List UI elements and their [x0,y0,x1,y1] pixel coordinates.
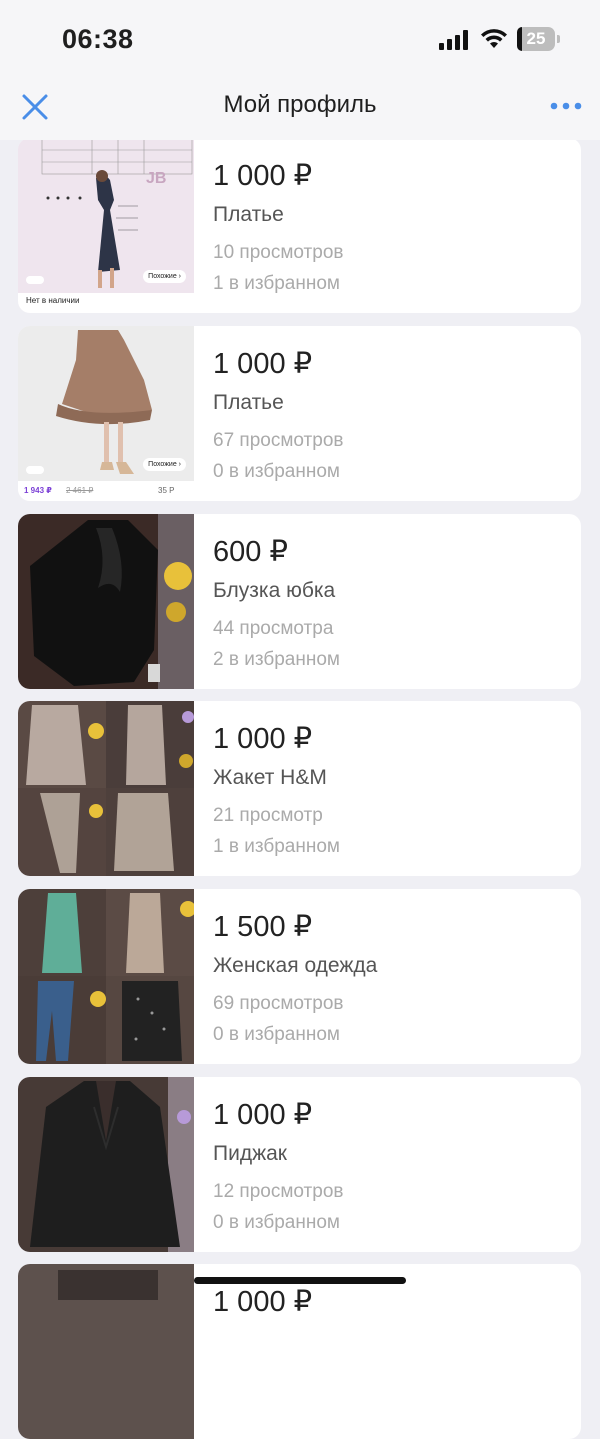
signal-icon [439,30,468,50]
listing-favorites: 1 в избранном [213,836,340,857]
listing-views: 12 просмотров [213,1181,344,1202]
listing-thumbnail [18,514,194,689]
listing-image [18,1264,194,1439]
thumb-price: 1 943 ₽ [24,486,52,495]
status-time: 06:38 [62,24,134,54]
listing-views: 44 просмотра [213,618,334,639]
listing-thumbnail [18,889,194,1064]
listing-price: 1 500 ₽ [213,911,313,943]
listing-thumbnail: Нет в наличии JB Похожие › [18,138,194,313]
thumb-rating: 35 Р [158,486,175,495]
thumb-logo: JB [146,170,167,187]
listing-views: 10 просмотров [213,242,344,263]
battery-level: 25 [526,29,546,48]
jacket-collage-image [18,701,194,876]
more-icon[interactable] [546,94,586,118]
battery-icon: 25 [517,27,560,51]
similar-badge: Похожие › [143,458,186,471]
wifi-icon [481,29,507,48]
top-bar: Мой профиль [0,80,600,140]
listing-title: Платье [213,391,284,414]
listing-card[interactable]: 600 ₽ Блузка юбка 44 просмотра 2 в избра… [18,514,581,689]
blouse-image [18,514,194,689]
listing-title: Жакет H&M [213,766,327,789]
listing-favorites: 0 в избранном [213,1212,340,1233]
listing-price: 1 000 ₽ [213,160,313,192]
listing-views: 21 просмотр [213,805,323,826]
dress-size-chart-image [18,138,194,313]
listing-card[interactable]: 1 000 ₽ Жакет H&M 21 просмотр 1 в избран… [18,701,581,876]
listing-title: Женская одежда [213,954,378,977]
skirt-image [18,326,194,501]
listing-thumbnail: Похожие › 1 943 ₽ 2 461 ₽ 35 Р [18,326,194,501]
listing-title: Блузка юбка [213,579,336,602]
listing-card[interactable]: Похожие › 1 943 ₽ 2 461 ₽ 35 Р 1 000 ₽ П… [18,326,581,501]
thumb-old-price: 2 461 ₽ [66,486,94,495]
blazer-image [18,1077,194,1252]
listing-card[interactable]: 1 000 ₽ Пиджак 12 просмотров 0 в избранн… [18,1077,581,1252]
listing-title: Платье [213,203,284,226]
listing-favorites: 0 в избранном [213,1024,340,1045]
listing-price: 1 000 ₽ [213,348,313,380]
listing-favorites: 0 в избранном [213,461,340,482]
listing-card[interactable]: 1 000 ₽ [18,1264,581,1439]
listing-thumbnail [18,1077,194,1252]
listing-views: 67 просмотров [213,430,344,451]
clothes-collage-image [18,889,194,1064]
listing-title: Пиджак [213,1142,287,1165]
listing-favorites: 1 в избранном [213,273,340,294]
listing-price: 1 000 ₽ [213,723,313,755]
listing-favorites: 2 в избранном [213,649,340,670]
page-title: Мой профиль [223,91,377,118]
status-bar: 06:38 25 [0,0,600,80]
listing-price: 1 000 ₽ [213,1286,313,1318]
similar-badge: Похожие › [143,270,186,283]
listing-price: 600 ₽ [213,536,288,568]
home-indicator[interactable] [194,1277,406,1284]
listing-thumbnail [18,1264,194,1439]
listing-price: 1 000 ₽ [213,1099,313,1131]
listing-card[interactable]: Нет в наличии JB Похожие › 1 000 ₽ Плать… [18,138,581,313]
listing-thumbnail [18,701,194,876]
listing-views: 69 просмотров [213,993,344,1014]
listing-card[interactable]: 1 500 ₽ Женская одежда 69 просмотров 0 в… [18,889,581,1064]
thumb-caption: Нет в наличии [26,296,80,305]
